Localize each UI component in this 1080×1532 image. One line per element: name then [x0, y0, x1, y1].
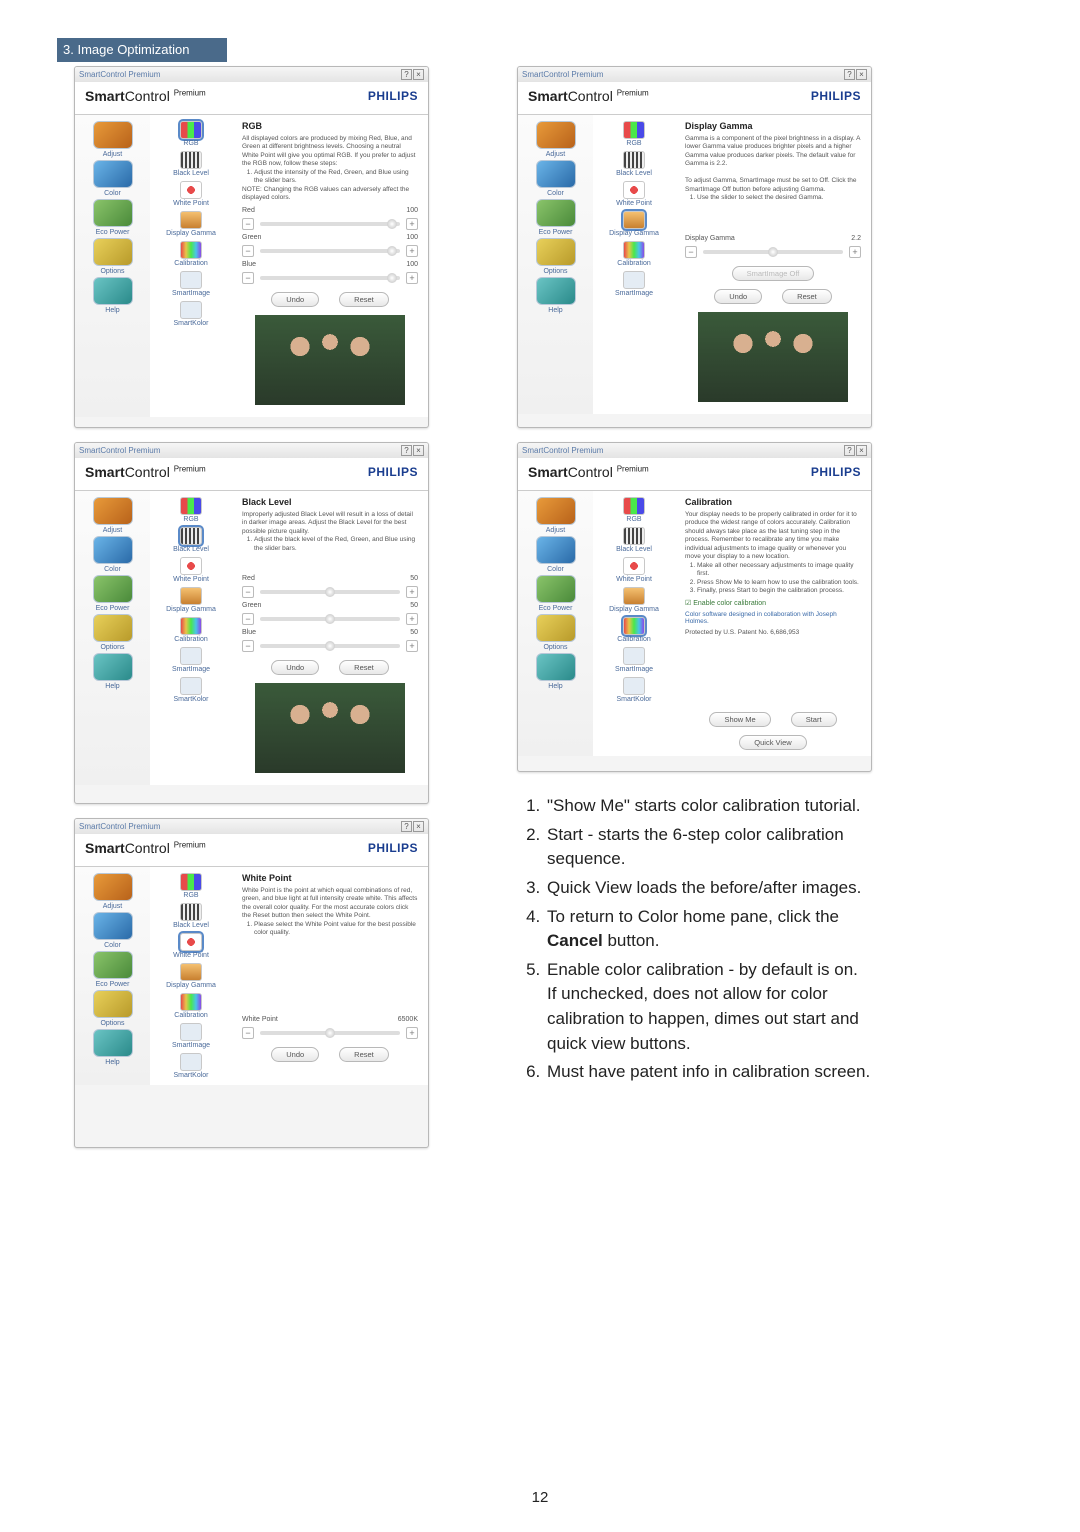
reset-button[interactable]: Reset	[339, 1047, 389, 1062]
screenshot-white-point: SmartControl Premium?× SmartControl Prem…	[74, 818, 429, 1148]
undo-button[interactable]: Undo	[271, 660, 319, 675]
undo-button[interactable]: Undo	[271, 1047, 319, 1062]
smartimage-off-button[interactable]: SmartImage Off	[732, 266, 815, 281]
section-header: 3. Image Optimization	[57, 38, 227, 62]
undo-button[interactable]: Undo	[271, 292, 319, 307]
nav-options[interactable]: Options	[83, 238, 143, 275]
sub-black-level[interactable]: Black Level	[173, 151, 209, 177]
page-number: 12	[0, 1489, 1080, 1506]
slider-gamma[interactable]: −+	[685, 246, 861, 258]
slider-white-point[interactable]: −+	[242, 1027, 418, 1039]
nav-help[interactable]: Help	[83, 277, 143, 314]
slider-red[interactable]: −+	[242, 218, 418, 230]
preview-photo	[698, 312, 848, 402]
preview-photo	[255, 315, 405, 405]
enable-calibration-checkbox[interactable]: ☑ Enable color calibration	[685, 599, 861, 607]
close-icon[interactable]: ×	[856, 445, 867, 456]
window-title: SmartControl Premium	[79, 70, 160, 79]
help-icon[interactable]: ?	[401, 821, 412, 832]
screenshot-display-gamma: SmartControl Premium?× SmartControl Prem…	[517, 66, 872, 428]
close-icon[interactable]: ×	[413, 821, 424, 832]
slider-blue[interactable]: −+	[242, 272, 418, 284]
screenshot-rgb: SmartControl Premium?× SmartControl Prem…	[74, 66, 429, 428]
instruction-list: "Show Me" starts color calibration tutor…	[517, 786, 872, 1089]
nav-adjust[interactable]: Adjust	[83, 121, 143, 158]
help-icon[interactable]: ?	[844, 69, 855, 80]
undo-button[interactable]: Undo	[714, 289, 762, 304]
philips-logo: PHILIPS	[368, 89, 418, 103]
start-button[interactable]: Start	[791, 712, 837, 727]
help-icon[interactable]: ?	[401, 445, 412, 456]
help-icon[interactable]: ?	[844, 445, 855, 456]
nav-eco[interactable]: Eco Power	[83, 199, 143, 236]
show-me-button[interactable]: Show Me	[709, 712, 770, 727]
nav-color[interactable]: Color	[83, 160, 143, 197]
left-column: SmartControl Premium?× SmartControl Prem…	[74, 66, 429, 1148]
sub-rgb[interactable]: RGB	[180, 121, 202, 147]
screenshot-black-level: SmartControl Premium?× SmartControl Prem…	[74, 442, 429, 804]
reset-button[interactable]: Reset	[782, 289, 832, 304]
screenshot-calibration: SmartControl Premium?× SmartControl Prem…	[517, 442, 872, 772]
brand: SmartControl Premium	[85, 88, 206, 104]
close-icon[interactable]: ×	[413, 445, 424, 456]
help-icon[interactable]: ?	[401, 69, 412, 80]
sub-white-point[interactable]: White Point	[173, 181, 209, 207]
slider-green[interactable]: −+	[242, 245, 418, 257]
close-icon[interactable]: ×	[856, 69, 867, 80]
slider-blue[interactable]: −+	[242, 640, 418, 652]
preview-photo	[255, 683, 405, 773]
quick-view-button[interactable]: Quick View	[739, 735, 806, 750]
close-icon[interactable]: ×	[413, 69, 424, 80]
panel-title: RGB	[242, 121, 418, 131]
panel-desc: All displayed colors are produced by mix…	[242, 135, 418, 203]
sub-display-gamma[interactable]: Display Gamma	[166, 211, 216, 237]
reset-button[interactable]: Reset	[339, 292, 389, 307]
sub-smartimage[interactable]: SmartImage	[172, 271, 210, 297]
sub-calibration[interactable]: Calibration	[174, 241, 207, 267]
sub-smartkolor[interactable]: SmartKolor	[173, 301, 208, 327]
reset-button[interactable]: Reset	[339, 660, 389, 675]
right-column: SmartControl Premium?× SmartControl Prem…	[517, 66, 872, 1148]
slider-red[interactable]: −+	[242, 586, 418, 598]
slider-green[interactable]: −+	[242, 613, 418, 625]
